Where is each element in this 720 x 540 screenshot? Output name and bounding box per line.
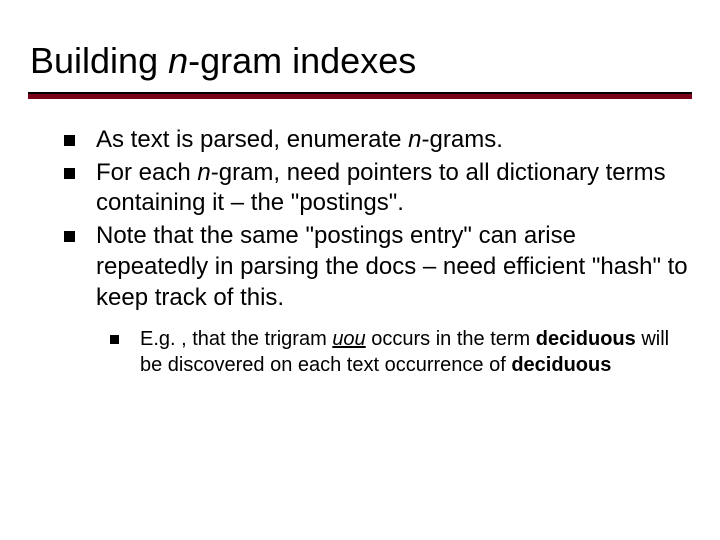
sub-text: occurs in the term — [366, 328, 536, 350]
bullet-item: Note that the same "postings entry" can … — [62, 221, 692, 378]
bullet-text-ital: n — [408, 126, 421, 153]
title-text-post: -gram indexes — [188, 40, 416, 81]
title-text-pre: Building — [30, 40, 168, 81]
sub-text-term: deciduous — [536, 328, 636, 350]
bullet-item: For each n-gram, need pointers to all di… — [62, 158, 692, 219]
bullet-text: For each — [96, 159, 197, 186]
bullet-text: -grams. — [422, 126, 503, 153]
title-text-ital: n — [168, 40, 188, 81]
bullet-text: As text is parsed, enumerate — [96, 126, 408, 153]
bullet-text: Note that the same "postings entry" can … — [96, 222, 688, 310]
sub-text-trigram: uou — [332, 328, 365, 350]
slide: Building n-gram indexes As text is parse… — [0, 0, 720, 540]
sub-bullet-list: E.g. , that the trigram uou occurs in th… — [96, 327, 692, 378]
bullet-text-ital: n — [197, 159, 210, 186]
sub-bullet-item: E.g. , that the trigram uou occurs in th… — [110, 327, 692, 378]
sub-text: E.g. , that the trigram — [140, 328, 332, 350]
bullet-item: As text is parsed, enumerate n-grams. — [62, 125, 692, 156]
sub-text-term: deciduous — [511, 354, 611, 376]
slide-title: Building n-gram indexes — [28, 40, 692, 82]
title-rule-bar — [28, 94, 692, 99]
bullet-list: As text is parsed, enumerate n-grams. Fo… — [62, 125, 692, 379]
title-rule — [28, 92, 692, 99]
content-area: As text is parsed, enumerate n-grams. Fo… — [28, 125, 692, 379]
